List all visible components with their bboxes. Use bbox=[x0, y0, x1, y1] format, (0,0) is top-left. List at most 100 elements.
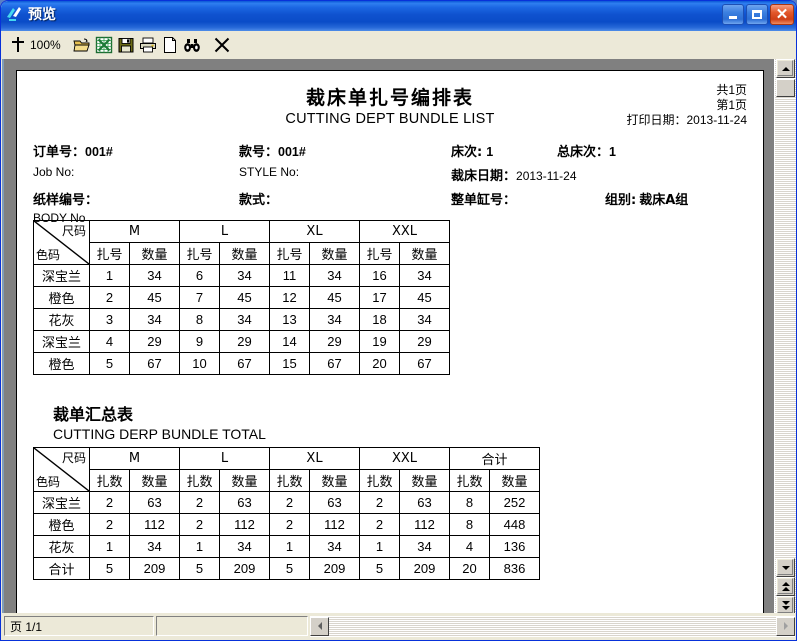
minimize-icon bbox=[723, 5, 743, 24]
table-cell: 209 bbox=[220, 558, 270, 580]
print-button[interactable] bbox=[137, 33, 159, 57]
table-cell: 136 bbox=[490, 536, 540, 558]
page-indicator-label: 页 1/1 bbox=[10, 618, 42, 635]
row-color-cell: 橙色 bbox=[34, 287, 90, 309]
bundle-total-table: 尺码色码MLXLXXL合计扎数数量扎数数量扎数数量扎数数量扎数数量深宝兰2632… bbox=[33, 447, 540, 580]
arrow-up-icon bbox=[782, 67, 790, 71]
table-cell: 45 bbox=[130, 287, 180, 309]
table-cell: 2 bbox=[270, 492, 310, 514]
print-date-label: 打印日期： bbox=[626, 113, 686, 127]
table-corner-cell: 尺码色码 bbox=[34, 221, 90, 265]
sub-header-cell: 数量 bbox=[220, 243, 270, 265]
open-button[interactable] bbox=[71, 33, 93, 57]
export-excel-button[interactable] bbox=[93, 33, 115, 57]
open-folder-icon bbox=[73, 36, 91, 54]
order-no-value: 001# bbox=[85, 145, 113, 159]
save-button[interactable] bbox=[115, 33, 137, 57]
previous-page-button[interactable] bbox=[776, 577, 795, 596]
preview-client-area: 裁床单扎号编排表 CUTTING DEPT BUNDLE LIST 共1页 第1… bbox=[2, 59, 797, 615]
vertical-scrollbar[interactable] bbox=[774, 59, 796, 615]
scroll-left-button[interactable] bbox=[310, 617, 329, 636]
table-cell: 34 bbox=[400, 265, 450, 287]
scroll-down-button[interactable] bbox=[776, 558, 795, 577]
find-button[interactable] bbox=[181, 33, 203, 57]
table-cell: 34 bbox=[400, 536, 450, 558]
preview-scroll-host: 裁床单扎号编排表 CUTTING DEPT BUNDLE LIST 共1页 第1… bbox=[4, 59, 776, 615]
maximize-icon bbox=[747, 5, 767, 24]
corner-color-label: 色码 bbox=[36, 473, 60, 490]
table-row: 深宝兰2632632632638252 bbox=[34, 492, 540, 514]
sub-header-cell: 扎号 bbox=[270, 243, 310, 265]
total-beds-label: 总床次： bbox=[557, 145, 609, 160]
zoom-tool[interactable]: 100% bbox=[9, 36, 61, 54]
table-cell: 252 bbox=[490, 492, 540, 514]
table-cell: 112 bbox=[310, 514, 360, 536]
horizontal-scrollbar[interactable] bbox=[310, 616, 795, 637]
table-cell: 17 bbox=[360, 287, 400, 309]
table-cell: 67 bbox=[130, 353, 180, 375]
table-cell: 63 bbox=[130, 492, 180, 514]
save-floppy-icon bbox=[117, 36, 135, 54]
table-row: 深宝兰42992914291929 bbox=[34, 331, 450, 353]
table-cell: 11 bbox=[270, 265, 310, 287]
sub-header-cell: 扎号 bbox=[90, 243, 130, 265]
bundle-list-table-wrap: 尺码色码MLXLXXL扎号数量扎号数量扎号数量扎号数量深宝兰1346341134… bbox=[33, 220, 763, 375]
table-cell: 34 bbox=[310, 265, 360, 287]
sub-header-cell: 扎号 bbox=[180, 243, 220, 265]
table-cell: 34 bbox=[220, 536, 270, 558]
table-row: 花灰1341341341344136 bbox=[34, 536, 540, 558]
sub-header-cell: 扎数 bbox=[180, 470, 220, 492]
cut-date-label: 裁床日期： bbox=[451, 169, 516, 184]
close-preview-button[interactable] bbox=[211, 33, 233, 57]
table-subheader-row: 扎数数量扎数数量扎数数量扎数数量扎数数量 bbox=[34, 470, 540, 492]
export-excel-icon bbox=[95, 36, 113, 54]
group-label: 组别: bbox=[605, 193, 636, 208]
style-no-en-label: STYLE No: bbox=[239, 165, 299, 179]
row-color-cell: 深宝兰 bbox=[34, 331, 90, 353]
table-cell: 7 bbox=[180, 287, 220, 309]
bundle-list-table: 尺码色码MLXLXXL扎号数量扎号数量扎号数量扎号数量深宝兰1346341134… bbox=[33, 220, 450, 375]
scroll-up-button[interactable] bbox=[776, 59, 795, 78]
print-date: 打印日期：2013-11-24 bbox=[626, 113, 747, 128]
corner-size-label: 尺码 bbox=[62, 449, 86, 466]
table-cell: 12 bbox=[270, 287, 310, 309]
table-row: 深宝兰13463411341634 bbox=[34, 265, 450, 287]
size-group-header: L bbox=[180, 221, 270, 243]
sub-header-cell: 数量 bbox=[310, 470, 360, 492]
table-cell: 2 bbox=[90, 514, 130, 536]
table-cell: 1 bbox=[90, 536, 130, 558]
order-no-field: 订单号：001# bbox=[33, 141, 113, 160]
table-cell: 63 bbox=[310, 492, 360, 514]
table-cell: 1 bbox=[270, 536, 310, 558]
table-cell: 112 bbox=[220, 514, 270, 536]
table-subheader-row: 扎号数量扎号数量扎号数量扎号数量 bbox=[34, 243, 450, 265]
scroll-right-button[interactable] bbox=[776, 617, 795, 636]
table-cell: 1 bbox=[360, 536, 400, 558]
maximize-button[interactable] bbox=[746, 4, 768, 25]
close-button[interactable]: ✕ bbox=[770, 4, 794, 25]
table-cell: 209 bbox=[310, 558, 360, 580]
sub-header-cell: 扎号 bbox=[360, 243, 400, 265]
bundle-total-table-wrap: 尺码色码MLXLXXL合计扎数数量扎数数量扎数数量扎数数量扎数数量深宝兰2632… bbox=[33, 447, 763, 580]
order-info-grid: 订单号：001# 款号：001# 床次:1 总床次：1 Job No: bbox=[17, 141, 763, 217]
table-cell: 10 bbox=[180, 353, 220, 375]
arrow-down-icon bbox=[782, 566, 790, 570]
summary-section-titles: 裁单汇总表 CUTTING DERP BUNDLE TOTAL bbox=[53, 401, 763, 442]
double-arrow-up-icon bbox=[782, 582, 790, 591]
vertical-scroll-thumb[interactable] bbox=[776, 79, 795, 97]
table-row: 橙色24574512451745 bbox=[34, 287, 450, 309]
summary-title-en: CUTTING DERP BUNDLE TOTAL bbox=[53, 426, 763, 442]
total-pages: 共1页 bbox=[626, 83, 747, 98]
new-page-button[interactable] bbox=[159, 33, 181, 57]
table-cell: 63 bbox=[400, 492, 450, 514]
table-cell: 34 bbox=[130, 309, 180, 331]
minimize-button[interactable] bbox=[722, 4, 744, 25]
preview-icon bbox=[5, 4, 25, 24]
table-cell: 18 bbox=[360, 309, 400, 331]
size-group-header: L bbox=[180, 448, 270, 470]
row-color-cell: 深宝兰 bbox=[34, 492, 90, 514]
table-cell: 14 bbox=[270, 331, 310, 353]
table-cell: 67 bbox=[400, 353, 450, 375]
sub-header-cell: 扎数 bbox=[270, 470, 310, 492]
group-field: 组别:裁床A组 bbox=[605, 189, 688, 208]
